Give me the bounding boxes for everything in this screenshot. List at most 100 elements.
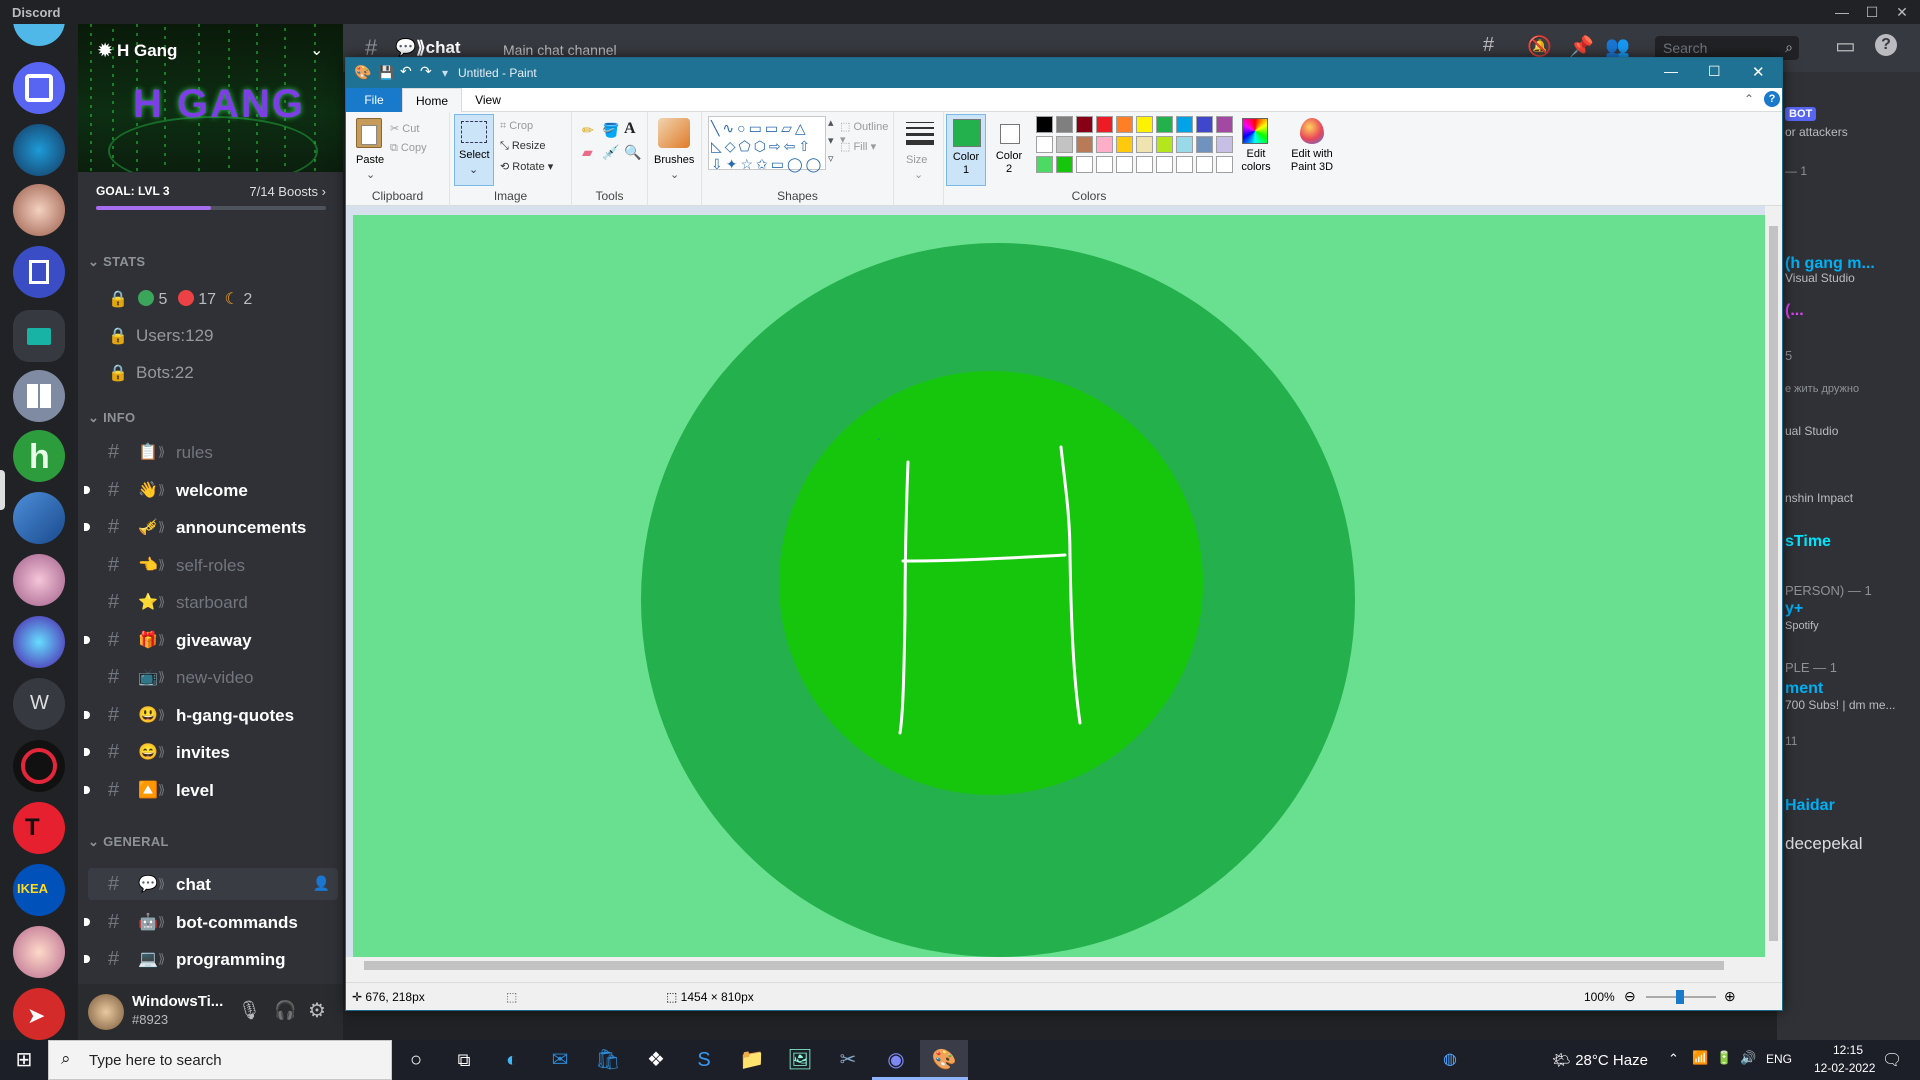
member-list-text[interactable]: ment (1785, 680, 1823, 698)
palette-swatch[interactable] (1036, 156, 1053, 173)
server-icon[interactable] (13, 926, 65, 978)
pin-icon[interactable]: 📌 (1569, 34, 1594, 59)
palette-swatch[interactable] (1036, 136, 1053, 153)
invite-icon[interactable]: 👤 (313, 875, 330, 892)
undo-icon[interactable]: ↶ (400, 63, 412, 80)
battery-icon[interactable]: 🔋 (1716, 1050, 1732, 1066)
redo-icon[interactable]: ↷ (420, 63, 432, 80)
palette-swatch[interactable] (1156, 116, 1173, 133)
edge-icon[interactable]: ◐ (488, 1040, 536, 1080)
server-icon[interactable]: h (13, 430, 65, 482)
tab-home[interactable]: Home (402, 88, 462, 112)
zoom-slider-thumb[interactable] (1676, 990, 1684, 1004)
paint3d-icon[interactable] (1300, 118, 1324, 144)
palette-swatch[interactable] (1176, 116, 1193, 133)
select-button[interactable]: Select ⌄ (454, 114, 494, 186)
taskbar-search-input[interactable]: ⌕ Type here to search (48, 1040, 392, 1080)
eraser-icon[interactable]: ▰ (582, 144, 593, 161)
weather-widget[interactable]: 🌤 28°C Haze (1552, 1051, 1648, 1069)
palette-swatch[interactable] (1076, 136, 1093, 153)
zoom-in-icon[interactable]: ⊕ (1724, 988, 1736, 1005)
channel-level[interactable]: # 🔼 ⟫ level (84, 774, 338, 806)
channel-giveaway[interactable]: # 🎁 ⟫ giveaway (84, 624, 338, 656)
snip-icon[interactable]: ✂ (824, 1040, 872, 1080)
palette-swatch[interactable] (1116, 116, 1133, 133)
settings-gear-icon[interactable]: ⚙ (308, 998, 326, 1023)
channel-rules[interactable]: # 📋 ⟫ rules (88, 436, 338, 468)
magnifier-icon[interactable]: 🔍 (624, 144, 641, 161)
size-button[interactable]: Size (906, 154, 927, 166)
mail-icon[interactable]: ✉ (536, 1040, 584, 1080)
task-view-icon[interactable]: ⧉ (440, 1040, 488, 1080)
server-icon[interactable] (13, 492, 65, 544)
category-info[interactable]: ⌄ INFO (88, 410, 135, 426)
network-icon[interactable]: 📶 (1692, 1050, 1708, 1066)
channel-welcome[interactable]: # 👋 ⟫ welcome (84, 474, 338, 506)
palette-swatch[interactable] (1136, 136, 1153, 153)
photos-icon[interactable]: 🖼 (776, 1040, 824, 1080)
members-icon[interactable]: 👥 (1605, 34, 1630, 59)
resize-button[interactable]: ⤡ Resize (500, 140, 545, 153)
palette-swatch[interactable] (1076, 116, 1093, 133)
channel-self-roles[interactable]: # 👈 ⟫ self-roles (88, 549, 338, 581)
server-icon[interactable]: ➤ (13, 988, 65, 1040)
channel-new-video[interactable]: # 📺 ⟫ new-video (88, 661, 338, 693)
store-icon[interactable]: 🛍 (584, 1040, 632, 1080)
edit-colors-button[interactable]: Edit colors (1234, 148, 1278, 174)
mute-mic-icon[interactable]: 🎙 (238, 1000, 261, 1021)
channel-invites[interactable]: # 😄 ⟫ invites (84, 736, 338, 768)
help-icon[interactable]: ? (1875, 34, 1897, 56)
rotate-button[interactable]: ⟲ Rotate ▾ (500, 160, 553, 173)
edit-paint3d-button[interactable]: Edit with Paint 3D (1282, 148, 1342, 174)
server-icon[interactable] (13, 616, 65, 668)
server-icon[interactable] (13, 554, 65, 606)
palette-swatch[interactable] (1196, 136, 1213, 153)
server-icon[interactable] (13, 62, 65, 114)
tab-view[interactable]: View (462, 88, 514, 112)
server-icon[interactable]: W (13, 678, 65, 730)
edit-colors-icon[interactable] (1242, 118, 1268, 144)
palette-swatch[interactable] (1116, 156, 1133, 173)
channel-programming[interactable]: # 💻 ⟫ programming (84, 943, 338, 975)
palette-swatch[interactable] (1196, 116, 1213, 133)
sublime-icon[interactable]: S (680, 1040, 728, 1080)
folder-icon[interactable] (13, 310, 65, 362)
paste-button[interactable]: Paste (356, 154, 384, 166)
size-icon[interactable] (906, 122, 934, 145)
server-icon[interactable] (13, 740, 65, 792)
palette-swatch[interactable] (1056, 136, 1073, 153)
horizontal-scroll-thumb[interactable] (364, 961, 1724, 970)
channel-announcements[interactable]: # 🎺 ⟫ announcements (84, 511, 338, 543)
server-icon[interactable] (13, 124, 65, 176)
horizontal-scrollbar[interactable] (346, 957, 1767, 974)
chevron-down-icon[interactable]: ⌄ (310, 40, 323, 60)
pencil-icon[interactable]: ✏ (582, 122, 594, 139)
text-tool-icon[interactable]: A (624, 120, 636, 138)
boost-goal[interactable]: GOAL: LVL 3 7/14 Boosts › (96, 184, 326, 224)
inbox-icon[interactable]: ▭ (1835, 33, 1856, 59)
minimize-icon[interactable]: — (1832, 2, 1852, 22)
category-general[interactable]: ⌄ GENERAL (88, 834, 169, 850)
palette-swatch[interactable] (1036, 116, 1053, 133)
paint-taskbar-icon[interactable]: 🎨 (920, 1040, 968, 1080)
help-icon[interactable]: ? (1764, 91, 1780, 107)
threads-icon[interactable]: # (1483, 34, 1494, 57)
volume-icon[interactable]: 🔊 (1740, 1050, 1756, 1066)
copy-button[interactable]: ⧉ Copy (390, 142, 427, 155)
palette-swatch[interactable] (1096, 136, 1113, 153)
channel-chat[interactable]: # 💬 ⟫ chat 👤 (88, 868, 338, 900)
language-indicator[interactable]: ENG (1766, 1052, 1792, 1066)
quick-save-icon[interactable]: 💾 (378, 65, 394, 81)
show-hidden-icons[interactable]: ⌃ (1668, 1051, 1679, 1067)
server-banner[interactable]: ✹ H Gang ⌄ H GANG (78, 24, 343, 172)
notifications-icon[interactable]: 🗨 (1882, 1050, 1902, 1070)
palette-swatch[interactable] (1096, 156, 1113, 173)
clock-time[interactable]: 12:15 (1818, 1043, 1878, 1057)
fill-dropdown[interactable]: ⬚ Fill ▾ (840, 140, 876, 153)
minimize-icon[interactable]: — (1664, 63, 1678, 79)
palette-swatch[interactable] (1096, 116, 1113, 133)
member-list-text[interactable]: sTime (1785, 533, 1831, 551)
server-icon[interactable] (13, 184, 65, 236)
palette-swatch[interactable] (1196, 156, 1213, 173)
deafen-icon[interactable]: 🎧 (274, 1000, 296, 1021)
